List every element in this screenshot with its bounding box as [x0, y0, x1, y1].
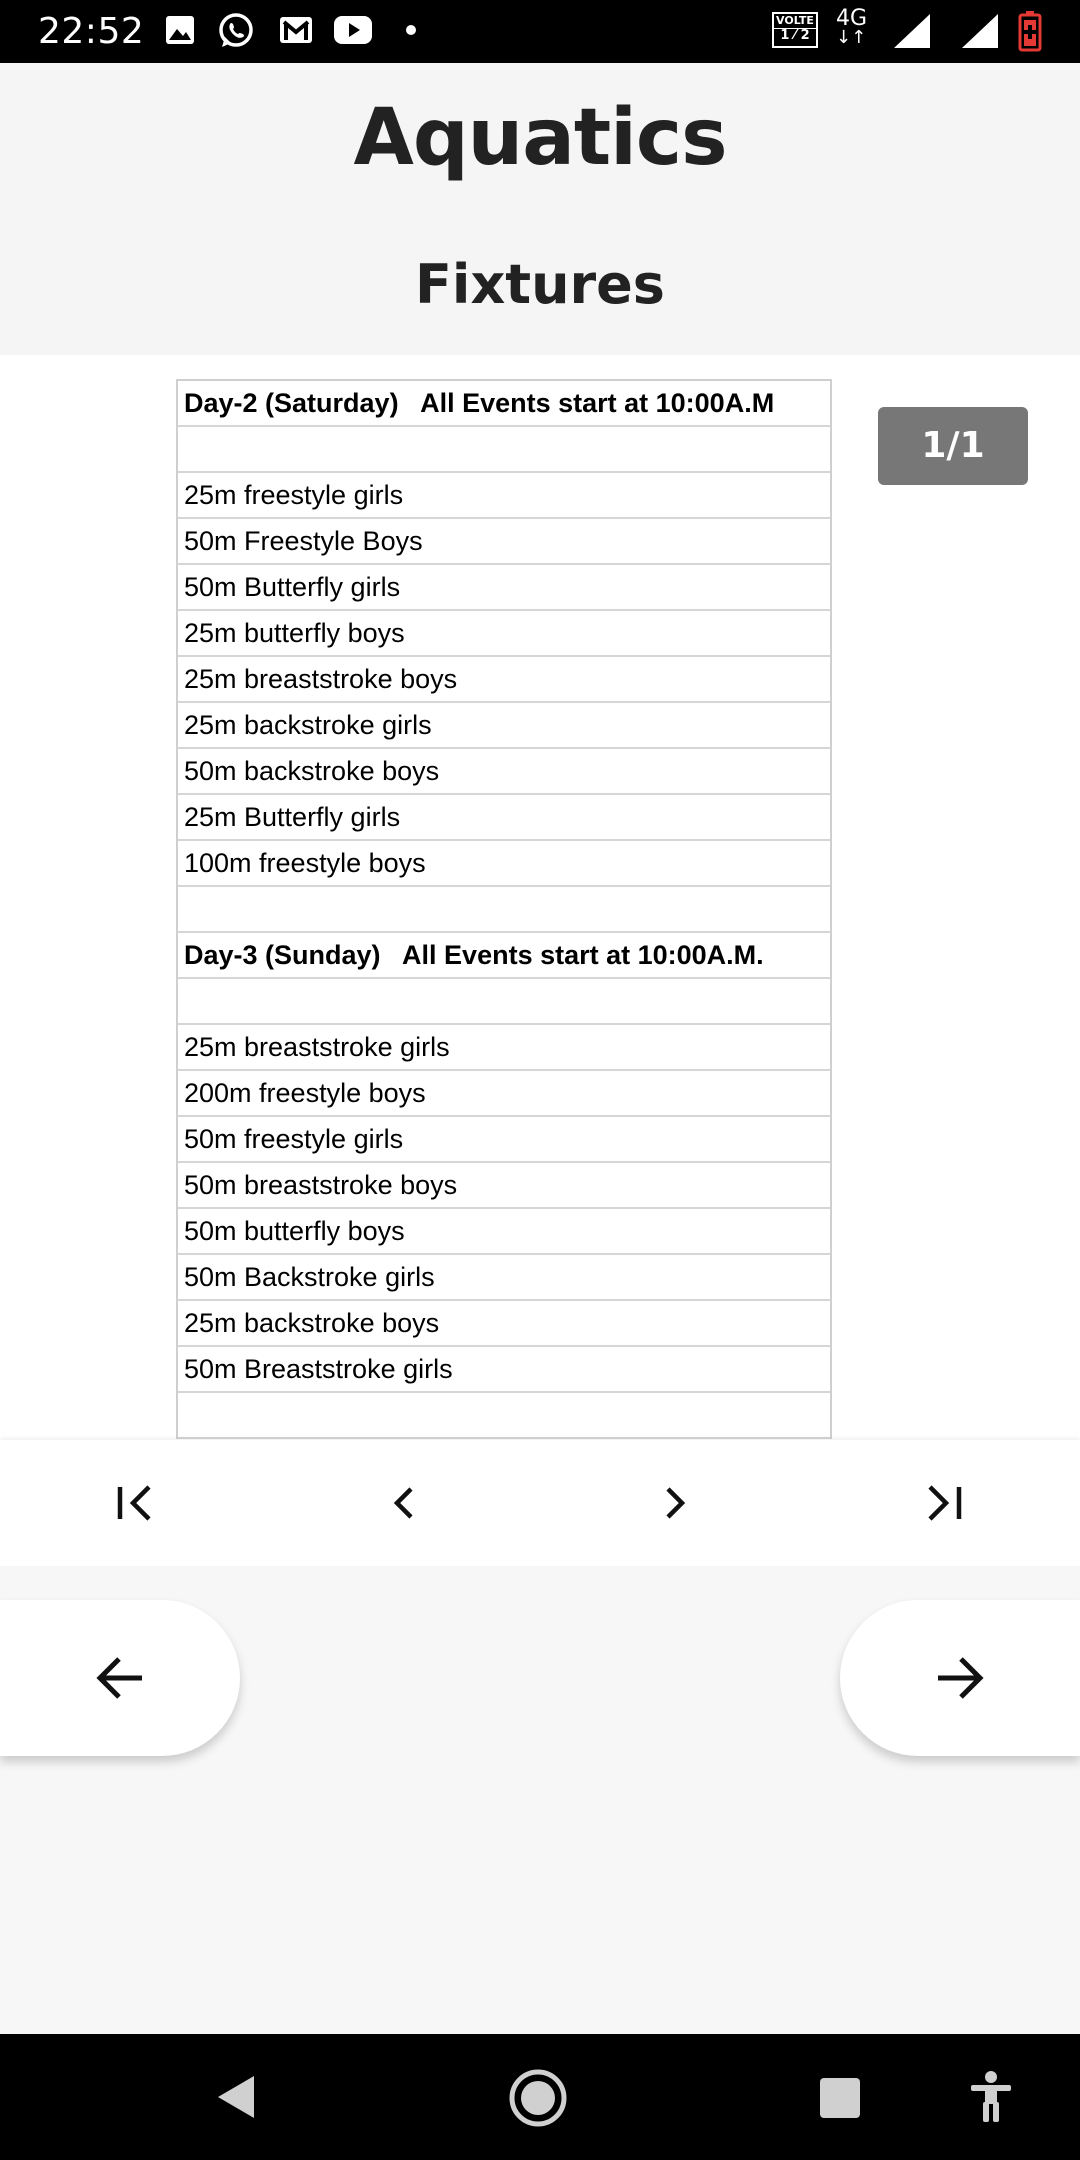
dot-icon	[406, 25, 416, 35]
whatsapp-icon	[219, 13, 253, 47]
gmail-icon	[280, 17, 312, 43]
fixture-row: 25m Butterfly girls	[178, 795, 830, 841]
previous-page-icon[interactable]	[369, 1468, 439, 1538]
fixture-row: 25m breaststroke girls	[178, 1025, 830, 1071]
fixture-row: 100m freestyle boys	[178, 841, 830, 887]
last-page-icon[interactable]	[909, 1468, 979, 1538]
signal-icon	[962, 14, 998, 48]
page-title: Aquatics	[353, 93, 727, 183]
volte-indicator: VOLTE 1 ⁄ 2	[772, 12, 818, 48]
system-nav-bar	[0, 2034, 1080, 2160]
status-time: 22:52	[38, 11, 145, 52]
fixture-row: 50m Freestyle Boys	[178, 519, 830, 565]
back-icon[interactable]	[212, 2072, 260, 2122]
pdf-viewer[interactable]: Day-2 (Saturday) All Events start at 10:…	[0, 355, 1080, 1440]
fixture-row	[178, 979, 830, 1025]
fixture-row: 25m butterfly boys	[178, 611, 830, 657]
page-subtitle: Fixtures	[415, 253, 665, 316]
fixture-row: 25m breaststroke boys	[178, 657, 830, 703]
next-section-button[interactable]	[840, 1600, 1080, 1756]
recents-icon[interactable]	[818, 2076, 862, 2120]
fixtures-document: Day-2 (Saturday) All Events start at 10:…	[176, 379, 832, 1439]
pager-bar	[0, 1440, 1080, 1566]
accessibility-icon[interactable]	[968, 2070, 1014, 2124]
battery-icon	[1018, 11, 1042, 52]
fixture-row	[178, 427, 830, 473]
fixture-row: 50m backstroke boys	[178, 749, 830, 795]
arrow-left-icon	[96, 1657, 142, 1699]
fixture-row: 50m freestyle girls	[178, 1117, 830, 1163]
fixture-row: 50m Breaststroke girls	[178, 1347, 830, 1393]
fixture-row: 50m Butterfly girls	[178, 565, 830, 611]
youtube-icon	[334, 16, 372, 44]
fixture-row	[178, 1393, 830, 1439]
first-page-icon[interactable]	[100, 1468, 170, 1538]
day-header-row: Day-2 (Saturday) All Events start at 10:…	[178, 381, 830, 427]
fixture-row: 50m breaststroke boys	[178, 1163, 830, 1209]
arrow-right-icon	[938, 1657, 984, 1699]
next-page-icon[interactable]	[640, 1468, 710, 1538]
fixture-row: 50m butterfly boys	[178, 1209, 830, 1255]
fixture-row: 25m backstroke girls	[178, 703, 830, 749]
day-header-row: Day-3 (Sunday) All Events start at 10:00…	[178, 933, 830, 979]
network-type: 4G ↓↑	[836, 6, 868, 48]
home-icon[interactable]	[508, 2068, 568, 2128]
fixture-row: 200m freestyle boys	[178, 1071, 830, 1117]
fixture-row: 25m freestyle girls	[178, 473, 830, 519]
signal-icon	[894, 14, 930, 48]
status-bar: 22:52 VOLTE 1 ⁄ 2 4G ↓↑	[0, 0, 1080, 63]
fixture-row: 50m Backstroke girls	[178, 1255, 830, 1301]
fixture-row	[178, 887, 830, 933]
page-indicator: 1/1	[878, 407, 1028, 485]
page-header: Aquatics Fixtures	[0, 63, 1080, 355]
image-icon	[166, 16, 194, 44]
fixture-row: 25m backstroke boys	[178, 1301, 830, 1347]
previous-section-button[interactable]	[0, 1600, 240, 1756]
